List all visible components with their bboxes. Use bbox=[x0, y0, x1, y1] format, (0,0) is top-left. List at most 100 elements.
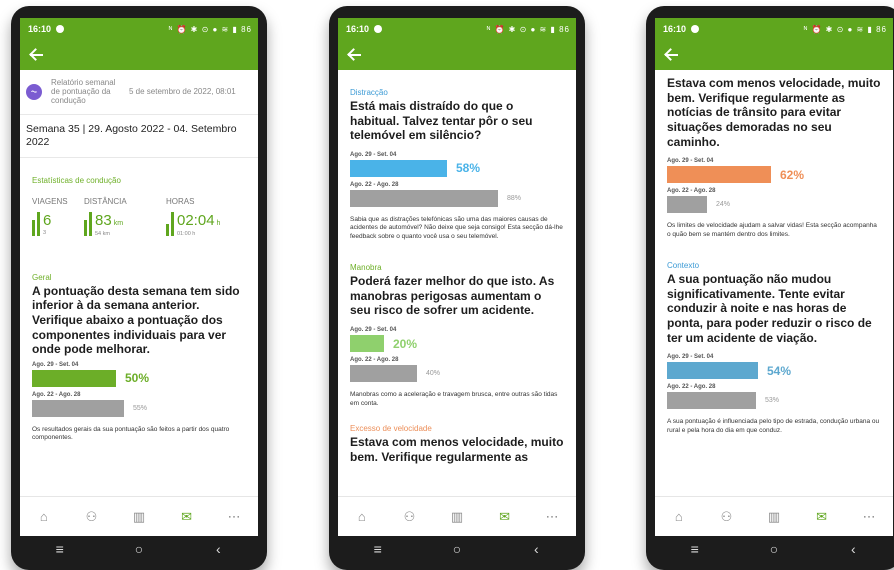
more-icon[interactable]: ⋯ bbox=[854, 504, 884, 530]
bottom-nav: ⌂ ⚇ ▥ ✉ ⋯ bbox=[20, 496, 258, 536]
hours-header: HORAS bbox=[166, 196, 195, 206]
status-time: 16:10 bbox=[663, 24, 687, 34]
recents-icon[interactable]: ≡ bbox=[680, 541, 710, 557]
general-section: Geral A pontuação desta semana tem sido … bbox=[20, 273, 258, 443]
more-icon[interactable]: ⋯ bbox=[537, 504, 567, 530]
back-arrow-icon[interactable] bbox=[29, 49, 45, 61]
current-week-bar-row: 20% bbox=[350, 335, 564, 353]
current-week-bar bbox=[32, 369, 116, 387]
general-note: Os resultados gerais da sua pontuação sã… bbox=[32, 425, 230, 442]
current-week-label: Ago. 29 - Set. 04 bbox=[32, 361, 79, 368]
home-icon[interactable]: ⌂ bbox=[664, 504, 694, 530]
phone-1-screen: 16:10 ᴺ ⏰ ✱ ⊙ ● ≋ ▮ 86 ⏦ Relatório seman… bbox=[20, 18, 258, 536]
home-circle-icon[interactable]: ○ bbox=[759, 541, 789, 557]
current-week-bar-row: 54% bbox=[667, 362, 881, 380]
current-week-bar bbox=[350, 335, 384, 353]
current-week-bar-row: 62% bbox=[667, 166, 881, 184]
home-icon[interactable]: ⌂ bbox=[29, 504, 59, 530]
notification-icon bbox=[691, 25, 700, 33]
trips-bars-icon bbox=[32, 211, 40, 236]
previous-week-value: 88% bbox=[507, 194, 522, 202]
back-arrow-icon[interactable] bbox=[664, 49, 680, 61]
more-icon[interactable]: ⋯ bbox=[219, 504, 249, 530]
app-bar bbox=[338, 40, 576, 70]
current-week-value: 20% bbox=[393, 336, 418, 351]
status-icons: ᴺ ⏰ ✱ ⊙ ● ≋ ▮ 86 bbox=[486, 24, 570, 34]
week-title: Semana 35 | 29. Agosto 2022 - 04. Setemb… bbox=[20, 115, 258, 158]
stats-headers: VIAGENS DISTÂNCIA HORAS bbox=[32, 197, 246, 206]
previous-week-label: Ago. 22 - Ago. 28 bbox=[350, 357, 399, 364]
notification-icon bbox=[374, 25, 383, 33]
current-week-bar bbox=[667, 166, 771, 184]
speeding-section: Excesso de velocidade Estava com menos v… bbox=[350, 424, 564, 464]
back-arrow-icon[interactable] bbox=[347, 49, 363, 61]
distance-header: DISTÂNCIA bbox=[84, 196, 127, 206]
previous-week-value: 40% bbox=[426, 370, 441, 378]
stats-values: 63 83 km 54 km 02:04 h 01:00 h bbox=[32, 211, 246, 237]
report-date: 5 de setembro de 2022, 08:01 bbox=[129, 87, 236, 97]
home-circle-icon[interactable]: ○ bbox=[124, 541, 154, 557]
home-circle-icon[interactable]: ○ bbox=[442, 541, 472, 557]
previous-week-bar-row: 55% bbox=[32, 399, 246, 417]
status-icons: ᴺ ⏰ ✱ ⊙ ● ≋ ▮ 86 bbox=[168, 24, 252, 34]
current-week-label: Ago. 29 - Set. 04 bbox=[350, 151, 397, 158]
context-label: Contexto bbox=[667, 261, 700, 270]
previous-week-bar bbox=[350, 189, 498, 207]
previous-week-bar-row: 88% bbox=[350, 189, 564, 207]
phone-3-screen: 16:10 ᴺ ⏰ ✱ ⊙ ● ≋ ▮ 86 Estava com menos … bbox=[655, 18, 893, 536]
previous-week-bar-row: 40% bbox=[350, 365, 564, 383]
system-nav: ≡ ○ ‹ bbox=[338, 536, 576, 562]
hours-prev: 01:00 h bbox=[177, 230, 196, 237]
mail-icon[interactable]: ✉ bbox=[172, 504, 202, 530]
back-icon[interactable]: ‹ bbox=[203, 541, 233, 557]
stats-icon[interactable]: ▥ bbox=[124, 504, 154, 530]
previous-week-bar bbox=[32, 399, 124, 417]
status-bar: 16:10 ᴺ ⏰ ✱ ⊙ ● ≋ ▮ 86 bbox=[655, 18, 893, 40]
previous-week-bar-row: 53% bbox=[667, 392, 881, 410]
notification-icon bbox=[56, 25, 65, 33]
route-icon[interactable]: ⚇ bbox=[76, 504, 106, 530]
distance-value: 83 bbox=[95, 211, 112, 229]
current-week-value: 54% bbox=[767, 363, 792, 378]
stats-icon[interactable]: ▥ bbox=[759, 504, 789, 530]
current-week-value: 50% bbox=[125, 371, 150, 386]
bottom-nav: ⌂ ⚇ ▥ ✉ ⋯ bbox=[338, 496, 576, 536]
back-icon[interactable]: ‹ bbox=[838, 541, 868, 557]
current-week-label: Ago. 29 - Set. 04 bbox=[667, 354, 714, 361]
hours-value: 02:04 bbox=[177, 211, 215, 229]
distance-unit: km bbox=[113, 219, 124, 227]
current-week-bar bbox=[350, 159, 447, 177]
stats-icon[interactable]: ▥ bbox=[442, 504, 472, 530]
screenshot-stage: 16:10 ᴺ ⏰ ✱ ⊙ ● ≋ ▮ 86 ⏦ Relatório seman… bbox=[0, 0, 894, 570]
route-icon[interactable]: ⚇ bbox=[394, 504, 424, 530]
speeding-section: Estava com menos velocidade, muito bem. … bbox=[667, 76, 881, 239]
stats-title: Estatísticas de condução bbox=[32, 175, 121, 185]
report-header: ⏦ Relatório semanal de pontuação da cond… bbox=[20, 70, 258, 115]
mail-icon[interactable]: ✉ bbox=[490, 504, 520, 530]
previous-week-label: Ago. 22 - Ago. 28 bbox=[667, 384, 716, 391]
previous-week-label: Ago. 22 - Ago. 28 bbox=[32, 391, 81, 398]
home-icon[interactable]: ⌂ bbox=[347, 504, 377, 530]
maneuver-section: Manobra Poderá fazer melhor do que isto.… bbox=[350, 263, 564, 408]
distraction-section: Distracção Está mais distraído do que o … bbox=[350, 88, 564, 241]
context-section: Contexto A sua pontuação não mudou signi… bbox=[667, 261, 881, 435]
distance-prev: 54 km bbox=[95, 230, 110, 237]
current-week-bar-row: 58% bbox=[350, 159, 564, 177]
previous-week-label: Ago. 22 - Ago. 28 bbox=[667, 188, 716, 195]
phone-2-screen: 16:10 ᴺ ⏰ ✱ ⊙ ● ≋ ▮ 86 Distracção Está m… bbox=[338, 18, 576, 536]
distraction-text: Está mais distraído do que o habitual. T… bbox=[350, 99, 533, 143]
recents-icon[interactable]: ≡ bbox=[45, 541, 75, 557]
recents-icon[interactable]: ≡ bbox=[363, 541, 393, 557]
previous-week-bar bbox=[350, 365, 417, 383]
distraction-note: Sabia que as distrações telefónicas são … bbox=[350, 215, 563, 240]
app-bar bbox=[655, 40, 893, 70]
back-icon[interactable]: ‹ bbox=[521, 541, 551, 557]
distance-bars-icon bbox=[84, 211, 92, 236]
status-icons: ᴺ ⏰ ✱ ⊙ ● ≋ ▮ 86 bbox=[803, 24, 887, 34]
system-nav: ≡ ○ ‹ bbox=[20, 536, 258, 562]
route-icon[interactable]: ⚇ bbox=[711, 504, 741, 530]
previous-week-bar-row: 24% bbox=[667, 196, 881, 214]
distraction-label: Distracção bbox=[350, 88, 388, 97]
previous-week-bar bbox=[667, 196, 707, 214]
mail-icon[interactable]: ✉ bbox=[807, 504, 837, 530]
